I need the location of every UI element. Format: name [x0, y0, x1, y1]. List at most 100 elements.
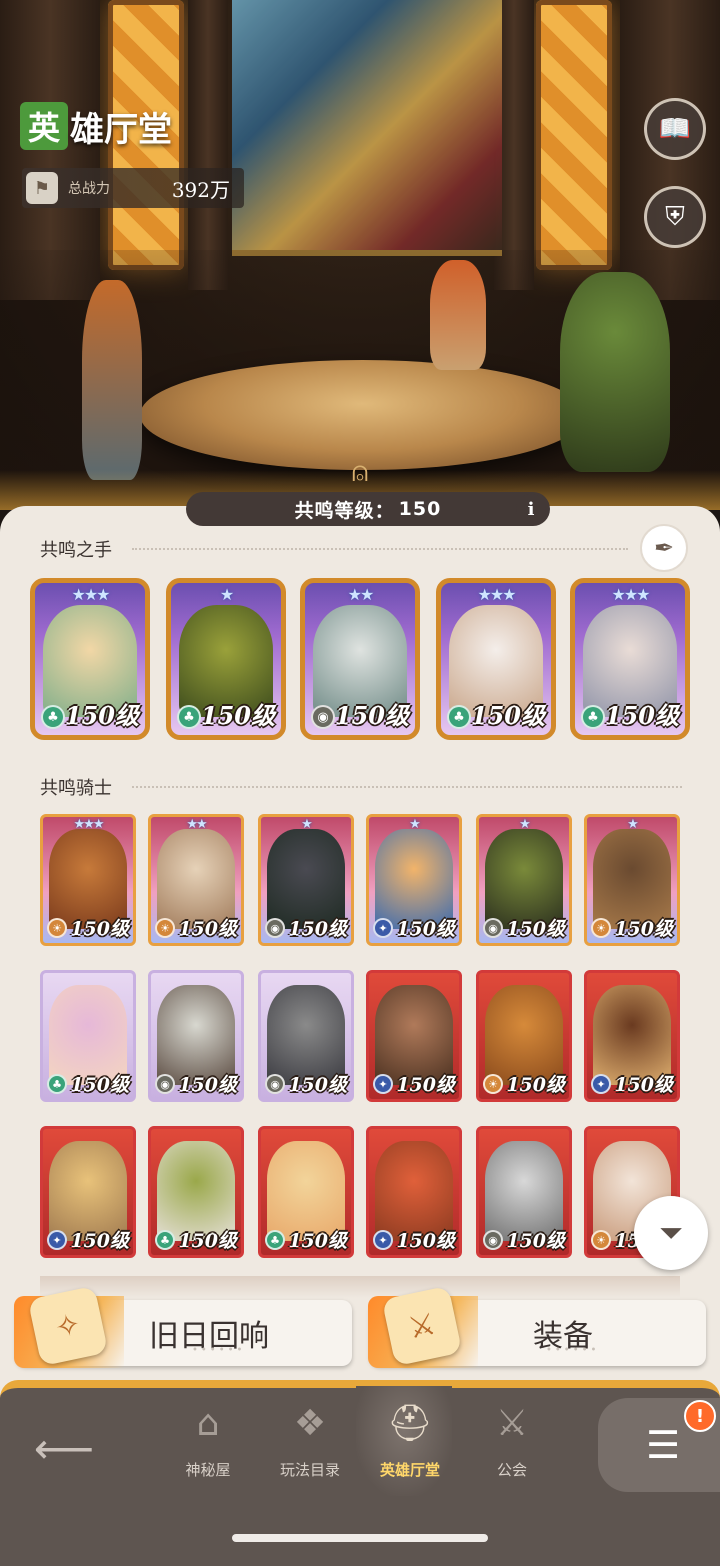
nav-item-guild[interactable]: ⚔ 公会 — [464, 1395, 560, 1480]
nav-item-mystic-house[interactable]: ⌂ 神秘屋 — [160, 1395, 256, 1480]
helmet-emblem-button[interactable]: ⛨ — [644, 186, 706, 248]
eye-class-icon: ◉ — [311, 705, 335, 729]
resonance-level-label: 共鸣等级： — [294, 499, 395, 522]
hero-level: 150级 — [506, 918, 565, 940]
resonance-knight-card[interactable]: ◉ 150级 — [258, 970, 354, 1102]
home-indicator[interactable] — [232, 1534, 488, 1542]
quill-edit-button[interactable]: ✒ — [640, 524, 688, 572]
next-row-peek — [40, 1276, 680, 1298]
power-label: 总战力 — [68, 181, 110, 197]
resonance-knight-card[interactable]: ★★ ☀ 150级 — [148, 814, 244, 946]
sun-class-icon: ☀ — [591, 1230, 611, 1250]
hero-level: 150级 — [506, 1074, 565, 1096]
resonance-hand-card[interactable]: ★★ ◉ 150级 — [300, 578, 420, 740]
resonance-knight-card[interactable]: ✦ 150级 — [584, 970, 680, 1102]
hero-level: 150级 — [288, 1074, 347, 1096]
star-rating: ★★ — [186, 817, 207, 832]
hero-level: 150级 — [614, 918, 673, 940]
resonance-knight-card[interactable]: ♣ 150级 — [258, 1126, 354, 1258]
hero-level: 150级 — [506, 1230, 565, 1252]
hero-level: 150级 — [70, 1230, 129, 1252]
eye-class-icon: ◉ — [483, 918, 503, 938]
star-rating: ★ — [519, 817, 531, 832]
codex-book-button[interactable]: 📖 — [644, 98, 706, 160]
nav-label: 玩法目录 — [279, 1461, 340, 1479]
round-table — [140, 360, 585, 470]
hero-level: 150级 — [396, 918, 455, 940]
title-first-char-badge: 英 — [20, 102, 68, 150]
eye-class-icon: ◉ — [483, 1230, 503, 1250]
hero-figure-right — [560, 272, 670, 472]
leaf-class-icon: ♣ — [447, 705, 471, 729]
catalog-icon: ❖ — [293, 1402, 327, 1444]
resonance-level-value: 150 — [398, 498, 442, 520]
back-arrow-icon: ⟵ — [33, 1423, 95, 1473]
leaf-class-icon: ♣ — [581, 705, 605, 729]
star-rating: ★★ — [347, 585, 375, 604]
pillar-inner-left — [188, 0, 228, 290]
page-title: 英 雄厅堂 — [20, 100, 172, 152]
hero-level: 150级 — [178, 1074, 237, 1096]
nav-label: 神秘屋 — [185, 1461, 231, 1479]
star-class-icon: ✦ — [373, 918, 393, 938]
star-rating: ★★★ — [611, 585, 650, 604]
equipment-button[interactable]: ⚔ 装备 •••••• — [368, 1285, 706, 1368]
resonance-knight-card[interactable]: ♣ 150级 — [148, 1126, 244, 1258]
resonance-knight-card[interactable]: ★ ◉ 150级 — [476, 814, 572, 946]
resonance-knight-card[interactable]: ★ ✦ 150级 — [366, 814, 462, 946]
leaf-class-icon: ♣ — [155, 1230, 175, 1250]
resonance-hand-card[interactable]: ★★★ ♣ 150级 — [30, 578, 150, 740]
hero-hall-helmet-icon: ⛑ — [387, 1403, 433, 1444]
hero-level: 150级 — [396, 1074, 455, 1096]
stained-tapestry — [232, 0, 502, 256]
star-rating: ★ — [301, 817, 313, 832]
codex-book-icon: 📖 — [658, 114, 692, 144]
resonance-knight-card[interactable]: ✦ 150级 — [366, 1126, 462, 1258]
sun-class-icon: ☀ — [483, 1074, 503, 1094]
sun-class-icon: ☀ — [591, 918, 611, 938]
star-class-icon: ✦ — [47, 1230, 67, 1250]
hero-level: 150级 — [70, 918, 129, 940]
power-value: 392万 — [171, 177, 230, 202]
sun-class-icon: ☀ — [155, 918, 175, 938]
resonance-knight-card[interactable]: ◉ 150级 — [476, 1126, 572, 1258]
filter-button[interactable]: ⏷ — [634, 1196, 708, 1270]
resonance-knight-card[interactable]: ✦ 150级 — [40, 1126, 136, 1258]
nav-item-catalog[interactable]: ❖ 玩法目录 — [262, 1395, 358, 1480]
nav-label: 英雄厅堂 — [379, 1461, 440, 1479]
section-divider — [132, 786, 682, 788]
hero-level: 150级 — [470, 701, 545, 730]
resonance-hand-card[interactable]: ★★★ ♣ 150级 — [570, 578, 690, 740]
resonance-knight-card[interactable]: ★ ◉ 150级 — [258, 814, 354, 946]
eye-class-icon: ◉ — [265, 918, 285, 938]
resonance-hand-card[interactable]: ★ ♣ 150级 — [166, 578, 286, 740]
hero-level: 150级 — [614, 1074, 673, 1096]
back-button[interactable]: ⟵ — [33, 1420, 95, 1476]
resonance-knight-card[interactable]: ☀150级 — [476, 970, 572, 1102]
hero-level: 150级 — [288, 918, 347, 940]
nav-item-hero-hall[interactable]: ⛑ 英雄厅堂 — [362, 1395, 458, 1480]
star-rating: ★★★ — [477, 585, 516, 604]
star-rating: ★★★ — [71, 585, 110, 604]
resonance-info-button[interactable]: i — [516, 494, 546, 524]
leaf-class-icon: ♣ — [177, 705, 201, 729]
resonance-knight-card[interactable]: ✦ 150级 — [366, 970, 462, 1102]
resonance-knight-card[interactable]: ♣ 150级 — [40, 970, 136, 1102]
old-echo-button[interactable]: ✧ 旧日回响 •••••• — [14, 1285, 352, 1368]
hero-level: 150级 — [604, 701, 679, 730]
star-rating: ★ — [219, 585, 234, 604]
echo-dots: •••••• — [192, 1345, 246, 1356]
echo-scroll-icon: ✧ — [27, 1285, 109, 1367]
stained-window-right — [536, 0, 612, 270]
hero-level: 150级 — [334, 701, 409, 730]
resonance-knight-card[interactable]: ★ ☀ 150级 — [584, 814, 680, 946]
rank-banner-icon: ⚑ — [26, 172, 58, 204]
resonance-knight-card[interactable]: ★★★ ☀ 150级 — [40, 814, 136, 946]
helmet-emblem-icon: ⛨ — [665, 201, 685, 232]
equipment-sword-icon: ⚔ — [381, 1285, 463, 1367]
resonance-hand-card[interactable]: ★★★ ♣ 150级 — [436, 578, 556, 740]
resonance-knight-card[interactable]: ◉ 150级 — [148, 970, 244, 1102]
star-class-icon: ✦ — [373, 1230, 393, 1250]
hero-figure-center — [430, 260, 486, 370]
section-label-knights: 共鸣骑士 — [40, 778, 112, 799]
